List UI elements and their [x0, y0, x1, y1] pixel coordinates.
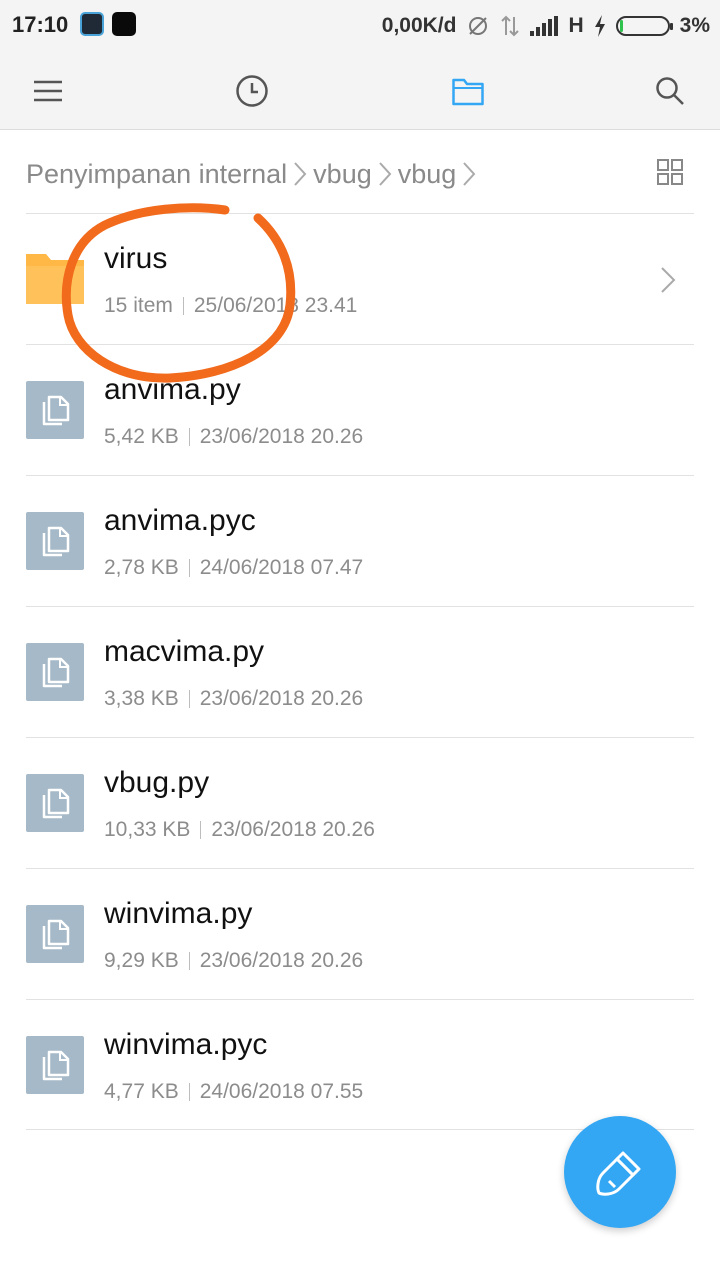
- status-time: 17:10: [12, 12, 69, 37]
- file-date: 24/06/2018 07.47: [199, 556, 364, 579]
- meta-divider: [188, 690, 190, 708]
- signal-strength-icon: [530, 16, 559, 36]
- file-meta: 5,42 KB 23/06/2018 20.26: [104, 425, 363, 449]
- file-date: 23/06/2018 20.26: [199, 425, 364, 448]
- status-bar: 17:10 0,00K/d H 3%: [0, 0, 720, 52]
- meta-divider: [188, 952, 190, 970]
- file-meta: 15 item 25/06/2018 23.41: [104, 294, 357, 318]
- file-list: virus 15 item 25/06/2018 23.41 anvima.py 5,4…: [26, 213, 694, 1130]
- breadcrumb-item[interactable]: vbug: [313, 159, 372, 190]
- file-date: 25/06/2018 23.41: [193, 294, 358, 317]
- file-row[interactable]: anvima.py 5,42 KB 23/06/2018 20.26: [26, 344, 694, 475]
- file-meta: 3,38 KB 23/06/2018 20.26: [104, 687, 363, 711]
- file-size: 2,78 KB: [104, 556, 179, 579]
- meta-divider: [188, 1083, 190, 1101]
- recent-button[interactable]: [229, 68, 275, 114]
- file-meta: 4,77 KB 24/06/2018 07.55: [104, 1080, 363, 1104]
- battery-percent: 3%: [679, 14, 710, 37]
- file-name: virus: [104, 242, 168, 275]
- file-icon: [26, 643, 84, 701]
- file-icon: [26, 1036, 84, 1094]
- chevron-right-icon: [378, 160, 392, 188]
- data-arrows-icon: [501, 15, 520, 37]
- file-size: 9,29 KB: [104, 949, 179, 972]
- file-date: 24/06/2018 07.55: [199, 1080, 364, 1103]
- file-icon: [26, 905, 84, 963]
- file-icon: [26, 512, 84, 570]
- folder-icon-wrap: [26, 250, 84, 308]
- breadcrumb-item[interactable]: vbug: [398, 159, 457, 190]
- network-speed: 0,00K/d: [381, 14, 457, 37]
- sync-off-icon: [469, 17, 488, 35]
- file-icon-wrap: [26, 774, 84, 832]
- search-icon: [656, 77, 684, 105]
- meta-divider: [182, 297, 184, 315]
- file-row[interactable]: winvima.pyc 4,77 KB 24/06/2018 07.55: [26, 999, 694, 1130]
- chevron-right-icon: [462, 160, 476, 188]
- chevron-right-icon: [293, 160, 307, 188]
- file-row[interactable]: macvima.py 3,38 KB 23/06/2018 20.26: [26, 606, 694, 737]
- file-name: anvima.pyc: [104, 504, 256, 537]
- file-name: vbug.py: [104, 766, 210, 799]
- file-meta: 10,33 KB 23/06/2018 20.26: [104, 818, 375, 842]
- battery-fill: [619, 20, 623, 32]
- clock-icon: [236, 75, 268, 107]
- file-name: anvima.py: [104, 373, 241, 406]
- folder-icon: [26, 254, 84, 304]
- battery-icon: [615, 16, 673, 36]
- file-size: 5,42 KB: [104, 425, 179, 448]
- grid-view-button[interactable]: [656, 158, 684, 186]
- file-size: 15 item: [104, 294, 173, 317]
- terminal-notification-icon: [112, 12, 136, 36]
- toolbar: [0, 52, 720, 130]
- files-tab-button[interactable]: [445, 68, 491, 114]
- app-notification-icon: [80, 12, 104, 36]
- file-size: 3,38 KB: [104, 687, 179, 710]
- folder-row[interactable]: virus 15 item 25/06/2018 23.41: [26, 213, 694, 344]
- grid-view-icon: [657, 159, 683, 185]
- chevron-right-icon: [660, 266, 676, 294]
- file-size: 4,77 KB: [104, 1080, 179, 1103]
- menu-button[interactable]: [25, 68, 71, 114]
- file-name: macvima.py: [104, 635, 265, 668]
- folder-icon: [452, 78, 484, 106]
- clean-button[interactable]: [564, 1116, 676, 1228]
- file-name: winvima.py: [104, 897, 253, 930]
- breadcrumb: Penyimpanan internal vbug vbug: [26, 150, 482, 198]
- file-icon: [26, 381, 84, 439]
- file-date: 23/06/2018 20.26: [199, 949, 364, 972]
- menu-icon: [34, 80, 62, 102]
- file-name: winvima.pyc: [104, 1028, 268, 1061]
- file-size: 10,33 KB: [104, 818, 191, 841]
- file-date: 23/06/2018 20.26: [211, 818, 375, 841]
- file-meta: 9,29 KB 23/06/2018 20.26: [104, 949, 363, 973]
- charging-icon: [594, 15, 605, 37]
- file-icon-wrap: [26, 1036, 84, 1094]
- file-meta: 2,78 KB 24/06/2018 07.47: [104, 556, 363, 580]
- search-button[interactable]: [647, 68, 693, 114]
- file-icon-wrap: [26, 512, 84, 570]
- breadcrumb-item[interactable]: Penyimpanan internal: [26, 159, 287, 190]
- file-icon-wrap: [26, 381, 84, 439]
- brush-icon: [596, 1151, 641, 1196]
- file-icon-wrap: [26, 905, 84, 963]
- file-row[interactable]: winvima.py 9,29 KB 23/06/2018 20.26: [26, 868, 694, 999]
- meta-divider: [188, 559, 190, 577]
- meta-divider: [188, 428, 190, 446]
- meta-divider: [200, 821, 202, 839]
- file-row[interactable]: anvima.pyc 2,78 KB 24/06/2018 07.47: [26, 475, 694, 606]
- file-row[interactable]: vbug.py 10,33 KB 23/06/2018 20.26: [26, 737, 694, 868]
- status-indicators: 0,00K/d H 3%: [382, 12, 710, 40]
- file-date: 23/06/2018 20.26: [199, 687, 364, 710]
- network-type: H: [568, 14, 584, 37]
- file-icon-wrap: [26, 643, 84, 701]
- file-icon: [26, 774, 84, 832]
